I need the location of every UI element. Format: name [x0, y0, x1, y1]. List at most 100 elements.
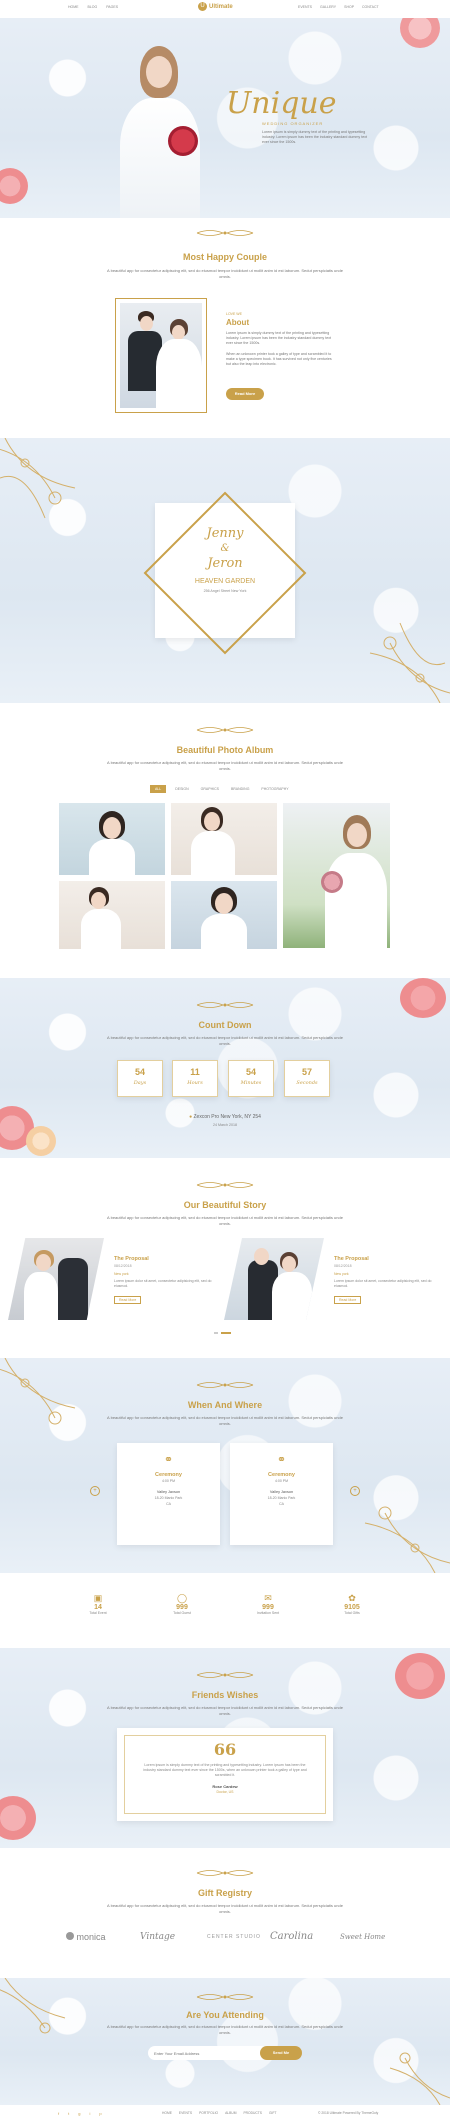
countdown-label: Seconds [296, 1080, 318, 1086]
nav-item-events[interactable]: EVENTS [298, 5, 312, 9]
footer-links: HOME EVENTS PORTFOLIO ALBUM PRODUCTS GIF… [162, 2111, 276, 2115]
ornament-divider [196, 1672, 254, 1678]
user-icon: ◯ [176, 1593, 188, 1603]
rose-decoration [26, 1126, 56, 1156]
gold-leaf-decoration [369, 622, 450, 703]
read-more-button[interactable]: Read More [226, 388, 264, 400]
face [215, 893, 233, 914]
album-photo[interactable] [283, 803, 390, 948]
story-photo [224, 1238, 324, 1320]
section-subtitle: A beautiful app for consectetur adipisci… [107, 1903, 343, 1914]
album-filters: ALL DESIGN GRAPHICS BRANDING PHOTOGRAPHY [150, 785, 292, 793]
footer-link[interactable]: PORTFOLIO [199, 2111, 218, 2115]
brand-logo[interactable]: CENTER STUDIO [207, 1934, 261, 1940]
stat-label: Total Event [89, 1611, 107, 1615]
ornament-divider [196, 727, 254, 733]
instagram-icon[interactable]: i [89, 2111, 90, 2116]
next-arrow-icon[interactable]: + [350, 1486, 360, 1496]
filter-branding[interactable]: BRANDING [228, 785, 252, 793]
story-read-more[interactable]: Read More [334, 1296, 362, 1304]
filter-photography[interactable]: PHOTOGRAPHY [258, 785, 291, 793]
filter-graphics[interactable]: GRAPHICS [198, 785, 222, 793]
album-photo[interactable] [59, 881, 165, 949]
diamond-frame [143, 491, 307, 655]
brand-logo[interactable]: Vintage [140, 1932, 175, 1942]
carousel-dot[interactable] [221, 1332, 231, 1334]
nav-left: HOME BLOG PAGES [68, 5, 118, 9]
filter-all[interactable]: ALL [150, 785, 167, 793]
twitter-icon[interactable]: t [68, 2111, 69, 2116]
carousel-dot[interactable] [214, 1332, 218, 1334]
couple-photo-frame [115, 298, 207, 413]
brand-logo[interactable]: Carolina [270, 1931, 313, 1942]
event-card-city: CA [166, 1502, 171, 1506]
bride-dress [156, 339, 202, 408]
face [91, 892, 106, 909]
gold-leaf-decoration [0, 438, 76, 519]
brand-icon [66, 1932, 74, 1940]
about-kicker: LOVE WE [226, 312, 242, 316]
story-photo [8, 1238, 104, 1320]
pinterest-icon[interactable]: p [99, 2111, 101, 2116]
gold-leaf-decoration [364, 1506, 450, 1573]
section-subtitle: A beautiful app for consectetur adipisci… [107, 2024, 343, 2035]
countdown-value: 57 [301, 1067, 312, 1077]
face [146, 56, 172, 88]
countdown-seconds: 57 Seconds [284, 1060, 330, 1097]
nav-item-contact[interactable]: CONTACT [362, 5, 379, 9]
filter-design[interactable]: DESIGN [172, 785, 191, 793]
nav-item-pages[interactable]: PAGES [106, 5, 118, 9]
send-button[interactable]: Send Me [260, 2046, 302, 2060]
countdown-value: 11 [190, 1067, 200, 1077]
location-row: ● Zexcon Pro New York, NY 254 [0, 1114, 450, 1120]
album-photo[interactable] [171, 881, 277, 949]
story-text: Lorem ipsum dolor sit amet, consectetur … [334, 1279, 432, 1288]
invitation-section: Jenny & Jeron HEAVEN GARDEN 256 Angel St… [0, 438, 450, 703]
countdown-value: 54 [245, 1067, 256, 1077]
brand-logo[interactable]: monica [66, 1932, 106, 1942]
nav-item-gallery[interactable]: GALLERY [320, 5, 336, 9]
brand-logo[interactable]: Sweet Home [340, 1933, 385, 1941]
logo-icon: U [198, 2, 207, 11]
logo[interactable]: U Ultimate [198, 2, 233, 11]
wishes-section: Friends Wishes A beautiful app for conse… [0, 1648, 450, 1848]
story-title: The Proposal [334, 1256, 369, 1262]
footer-link[interactable]: GIFT [269, 2111, 277, 2115]
about-title: About [226, 318, 250, 327]
email-input[interactable] [148, 2046, 268, 2060]
ornament-divider [196, 230, 254, 236]
event-date: 24 March 2018 [213, 1123, 237, 1127]
footer-link[interactable]: EVENTS [179, 2111, 192, 2115]
story-date: 08/12/2018 [114, 1264, 132, 1268]
testimonial-text: Lorem ipsum is simply dummy text of the … [143, 1763, 307, 1777]
logo-text: Ultimate [209, 3, 233, 10]
stat-value: 999 [262, 1604, 274, 1611]
gold-leaf-decoration [389, 2052, 450, 2105]
event-card-city: CA [279, 1502, 284, 1506]
footer-link[interactable]: PRODUCTS [243, 2111, 262, 2115]
footer-link[interactable]: ALBUM [225, 2111, 236, 2115]
footer-link[interactable]: HOME [162, 2111, 172, 2115]
nav-item-home[interactable]: HOME [68, 5, 79, 9]
facebook-icon[interactable]: f [58, 2111, 59, 2116]
carousel-dots [214, 1332, 231, 1334]
album-photo[interactable] [59, 803, 165, 875]
quote-icon: 66 [213, 1740, 237, 1759]
face [103, 817, 121, 839]
nav-item-shop[interactable]: SHOP [344, 5, 354, 9]
event-card-title: Ceremony [155, 1472, 182, 1478]
story-date: 08/12/2018 [334, 1264, 352, 1268]
dress [272, 1272, 312, 1320]
dress [81, 909, 121, 949]
prev-arrow-icon[interactable]: + [90, 1486, 100, 1496]
album-photo[interactable] [171, 803, 277, 875]
countdown-value: 54 [134, 1067, 145, 1077]
nav-item-blog[interactable]: BLOG [88, 5, 98, 9]
when-where-section: When And Where A beautiful app for conse… [0, 1358, 450, 1573]
copyright: © 2018 Ultimate Powered By ThemeGoly [318, 2111, 379, 2115]
google-icon[interactable]: g [78, 2111, 80, 2116]
story-read-more[interactable]: Read More [114, 1296, 142, 1304]
couple-section: Most Happy Couple A beautiful app for co… [0, 218, 450, 438]
section-subtitle: A beautiful app for consectetur adipisci… [107, 1705, 343, 1716]
countdown-days: 54 Days [117, 1060, 163, 1097]
